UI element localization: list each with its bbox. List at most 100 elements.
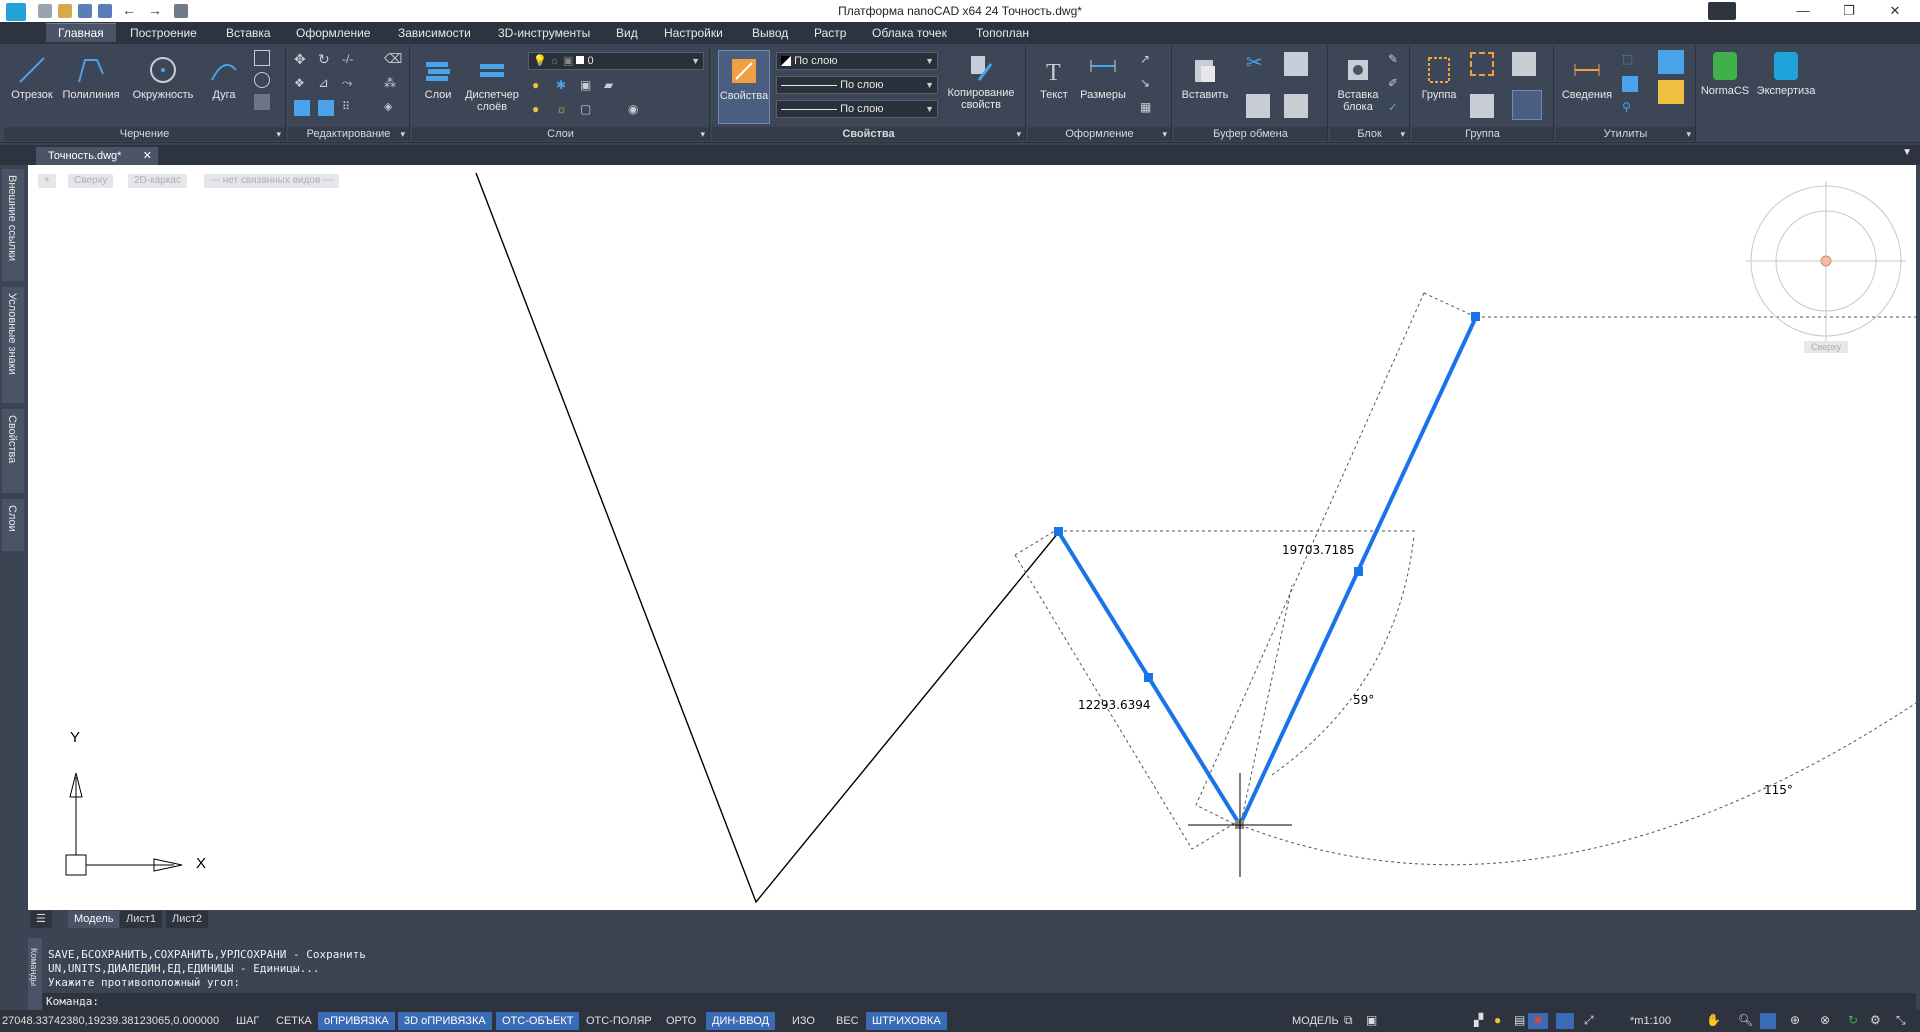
grip-midpoint-1[interactable] <box>1144 673 1153 682</box>
toggle-hatch[interactable]: ШТРИХОВКА <box>866 1012 947 1030</box>
polyline-button[interactable]: Полилиния <box>60 54 122 101</box>
panel-layers-title[interactable]: Слои ▾ <box>412 127 709 141</box>
copy-icon[interactable]: ❖ <box>294 76 310 92</box>
array-icon[interactable]: ⠿ <box>342 100 358 116</box>
layer-dropdown[interactable]: 💡 ☼ ▣ 0 ▼ <box>528 52 704 70</box>
layout-icon[interactable]: ▣ <box>1366 1013 1382 1029</box>
toggle-grid[interactable]: СЕТКА <box>270 1012 318 1030</box>
arc-button[interactable]: Дуга <box>202 54 246 101</box>
tab-raster[interactable]: Растр <box>814 26 846 40</box>
extend-icon[interactable]: ⤳ <box>342 76 358 92</box>
move-icon[interactable]: ✥ <box>294 52 310 68</box>
create-block-icon[interactable]: ✎ <box>1388 52 1404 68</box>
info-button[interactable]: Сведения <box>1560 54 1614 101</box>
group-select-icon[interactable] <box>1470 94 1494 118</box>
side-tab-symbols[interactable]: Условные знаки <box>2 287 24 403</box>
tab-output[interactable]: Вывод <box>752 26 788 40</box>
group-toggle-icon[interactable] <box>1512 90 1542 120</box>
line-button[interactable]: Отрезок <box>6 54 58 101</box>
layout-menu-icon[interactable]: ☰ <box>30 911 52 928</box>
calculator-icon[interactable] <box>1658 50 1684 74</box>
quick-select-icon[interactable] <box>1622 76 1638 92</box>
circle-button[interactable]: Окружность <box>128 54 198 101</box>
filter-icon[interactable]: ⚲ <box>1622 100 1638 116</box>
offset-icon[interactable]: ◈ <box>384 100 400 116</box>
command-panel-handle[interactable]: Команды <box>28 938 42 1010</box>
layer-visibility-icon[interactable]: ◉ <box>628 102 644 118</box>
panel-block-title[interactable]: Блок ▾ <box>1330 127 1409 141</box>
close-tab-icon[interactable]: ✕ <box>143 147 152 165</box>
rotate-icon[interactable]: ↻ <box>318 52 334 68</box>
existing-polyline[interactable] <box>475 172 1059 904</box>
layer-manager-button[interactable]: Диспетчер слоёв <box>460 54 524 113</box>
toggle-snap[interactable]: ШАГ <box>230 1012 265 1030</box>
layer-unlock-icon[interactable]: ▢ <box>580 102 596 118</box>
workspace-icon[interactable] <box>1708 2 1736 20</box>
block-attr-icon[interactable]: ✓ <box>1388 100 1404 116</box>
cut-icon[interactable]: ✂ <box>1246 52 1270 76</box>
layer-thaw-icon[interactable]: ☼ <box>556 102 572 118</box>
table-icon[interactable]: ▦ <box>1140 100 1156 116</box>
group-edit-icon[interactable] <box>1512 52 1536 76</box>
paste-special-icon[interactable] <box>1284 94 1308 118</box>
orbit-icon[interactable]: ⊗ <box>1820 1013 1836 1029</box>
settings-icon[interactable]: ⚙ <box>1870 1013 1886 1029</box>
select-icon[interactable]: ⬚ <box>1622 52 1638 68</box>
object-list-icon[interactable] <box>1658 80 1684 104</box>
edit-block-icon[interactable]: ✐ <box>1388 76 1404 92</box>
grip-vertex-1[interactable] <box>1054 527 1063 536</box>
grip-vertex-3[interactable] <box>1471 312 1480 321</box>
copy-base-icon[interactable] <box>1246 94 1270 118</box>
command-input[interactable]: Команда: <box>42 993 1916 1010</box>
match-properties-button[interactable]: Копирование свойств <box>942 52 1020 111</box>
tab-settings[interactable]: Настройки <box>664 26 723 40</box>
tab-insert[interactable]: Вставка <box>226 26 271 40</box>
layers-button[interactable]: Слои <box>418 54 458 101</box>
clean-screen-icon[interactable]: ⤢ <box>1584 1013 1600 1029</box>
viewport-icon[interactable]: ⧉ <box>1344 1013 1360 1029</box>
zoom-extents-icon[interactable]: ⊕ <box>1790 1013 1806 1029</box>
tab-constraints[interactable]: Зависимости <box>398 26 471 40</box>
toggle-dyn-input[interactable]: ДИН-ВВОД <box>706 1012 776 1030</box>
color-dropdown[interactable]: По слою ▼ <box>776 52 938 70</box>
toggle-iso[interactable]: ИЗО <box>786 1012 821 1030</box>
lightbulb-icon[interactable]: ● <box>1494 1013 1510 1029</box>
drawing-canvas[interactable]: 12293.6394 19703.7185 59° 115° Y X Сверх… <box>28 165 1916 910</box>
copy-clip-icon[interactable] <box>1284 52 1308 76</box>
multileader-icon[interactable]: ↘ <box>1140 76 1156 92</box>
rectangle-icon[interactable] <box>254 50 270 66</box>
selected-polyline[interactable] <box>1056 316 1478 830</box>
tab-sheet2[interactable]: Лист2 <box>166 911 209 928</box>
tab-model[interactable]: Модель <box>68 911 120 928</box>
leader-icon[interactable]: ↗ <box>1140 52 1156 68</box>
toggle-otrack[interactable]: ОТС-ОБЪЕКТ <box>496 1012 580 1030</box>
toggle-ortho[interactable]: ОРТО <box>660 1012 702 1030</box>
tab-view[interactable]: Вид <box>616 26 638 40</box>
viewcube-label[interactable]: Сверху <box>1804 341 1848 353</box>
text-button[interactable]: T Текст <box>1034 54 1074 101</box>
explode-icon[interactable]: ⁂ <box>384 76 400 92</box>
layer-off-icon[interactable]: ● <box>532 102 548 118</box>
panel-edit-title[interactable]: Редактирование ▾ <box>288 127 409 141</box>
insert-block-button[interactable]: Вставка блока <box>1332 54 1384 113</box>
panel-utils-title[interactable]: Утилиты ▾ <box>1556 127 1695 141</box>
linked-views-button[interactable]: --- нет связанных видов --- <box>204 174 340 188</box>
model-space-label[interactable]: МОДЕЛЬ <box>1286 1012 1345 1030</box>
selection-cycle-icon[interactable] <box>1556 1013 1574 1029</box>
panel-format-title[interactable]: Оформление ▾ <box>1028 127 1171 141</box>
tab-sheet1[interactable]: Лист1 <box>120 911 163 928</box>
layer-lock-icon[interactable]: ▣ <box>580 78 596 94</box>
view-top-button[interactable]: Сверху <box>68 174 114 188</box>
tab-3d-tools[interactable]: 3D-инструменты <box>498 26 590 40</box>
zoom-icon[interactable]: 🔍︎ <box>1738 1013 1754 1029</box>
properties-button[interactable]: Свойства <box>718 50 770 124</box>
toggle-polar[interactable]: ОТС-ПОЛЯР <box>580 1012 658 1030</box>
minimize-button[interactable]: — <box>1780 0 1826 22</box>
panel-group-title[interactable]: Группа <box>1412 127 1553 141</box>
stretch-icon[interactable] <box>294 100 310 116</box>
panel-draw-title[interactable]: Черчение ▾ <box>4 127 285 141</box>
scale-readout[interactable]: *m1:100 <box>1624 1012 1677 1030</box>
erase-icon[interactable]: ⌫ <box>384 52 402 68</box>
tab-home[interactable]: Главная <box>46 23 116 42</box>
paste-button[interactable]: Вставить <box>1178 54 1232 101</box>
